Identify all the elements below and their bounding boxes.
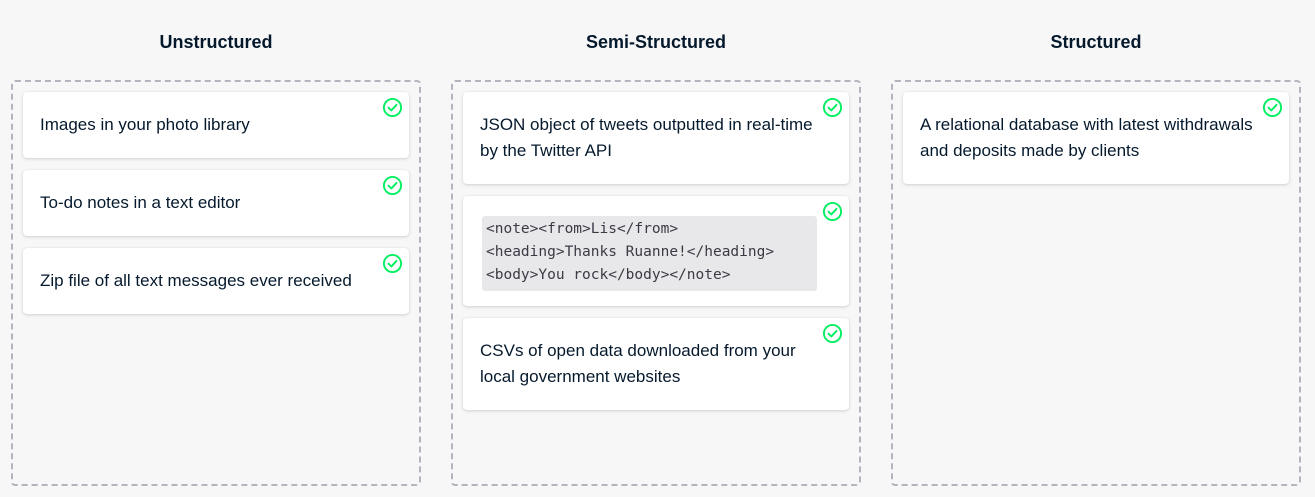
- card-text: JSON object of tweets outputted in real-…: [480, 115, 813, 160]
- card-item[interactable]: To-do notes in a text editor: [23, 170, 409, 236]
- dropzone-semi-structured[interactable]: JSON object of tweets outputted in real-…: [451, 80, 861, 486]
- code-line: <note><from>Lis</from>: [486, 221, 679, 237]
- dropzone-structured[interactable]: A relational database with latest withdr…: [891, 80, 1301, 486]
- column-title: Unstructured: [159, 32, 273, 52]
- column-semi-structured: Semi-Structured JSON object of tweets ou…: [451, 0, 861, 486]
- card-item[interactable]: CSVs of open data downloaded from your l…: [463, 318, 849, 410]
- check-circle-icon: [382, 175, 403, 196]
- card-item[interactable]: Images in your photo library: [23, 92, 409, 158]
- check-circle-icon: [822, 97, 843, 118]
- card-item[interactable]: <note><from>Lis</from> <heading>Thanks Ru…: [463, 196, 849, 306]
- code-line: <body>You rock</body></note>: [486, 267, 731, 283]
- card-text: CSVs of open data downloaded from your l…: [480, 341, 796, 386]
- column-structured: Structured A relational database with la…: [891, 0, 1301, 486]
- card-text: Images in your photo library: [40, 115, 250, 134]
- code-line: <heading>Thanks Ruanne!</heading>: [486, 244, 775, 260]
- card-text: Zip file of all text messages ever recei…: [40, 271, 352, 290]
- check-circle-icon: [382, 253, 403, 274]
- column-unstructured: Unstructured Images in your photo librar…: [11, 0, 421, 486]
- card-text: A relational database with latest withdr…: [920, 115, 1253, 160]
- card-text: To-do notes in a text editor: [40, 193, 241, 212]
- column-title: Semi-Structured: [585, 32, 727, 52]
- column-title: Structured: [1050, 32, 1142, 52]
- check-circle-icon: [1262, 97, 1283, 118]
- card-item[interactable]: JSON object of tweets outputted in real-…: [463, 92, 849, 184]
- check-circle-icon: [382, 97, 403, 118]
- check-circle-icon: [822, 201, 843, 222]
- check-circle-icon: [822, 323, 843, 344]
- card-item[interactable]: A relational database with latest withdr…: [903, 92, 1289, 184]
- card-item[interactable]: Zip file of all text messages ever recei…: [23, 248, 409, 314]
- dropzone-unstructured[interactable]: Images in your photo library To-do notes…: [11, 80, 421, 486]
- code-snippet: <note><from>Lis</from> <heading>Thanks Ru…: [482, 216, 817, 291]
